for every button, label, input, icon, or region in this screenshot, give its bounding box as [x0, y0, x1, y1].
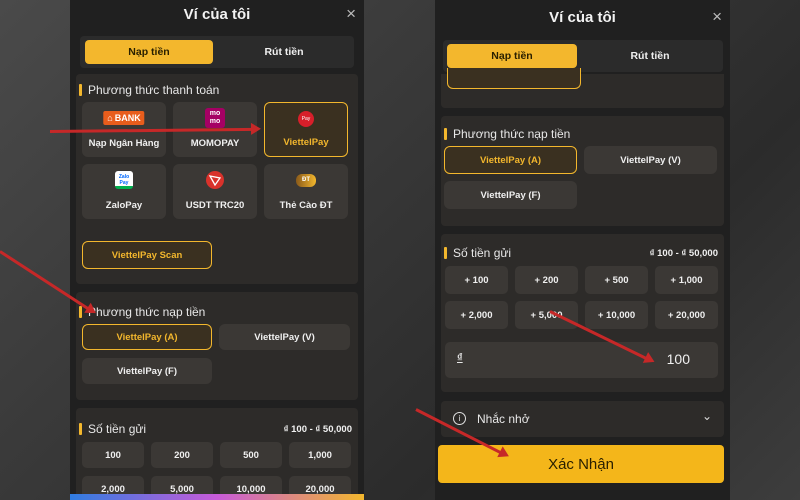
payment-viettelpay[interactable]: Pay ViettelPay [264, 102, 348, 157]
payment-label: ViettelPay [283, 137, 329, 148]
amount-option[interactable]: 100 [82, 442, 144, 468]
amount-option[interactable]: + 2,000 [445, 301, 508, 329]
amount-option[interactable]: 500 [220, 442, 282, 468]
chevron-down-icon: ⌄ [701, 409, 712, 423]
amount-option[interactable]: + 200 [515, 266, 578, 294]
deposit-option-v[interactable]: ViettelPay (V) [584, 146, 717, 174]
close-icon[interactable]: × [712, 7, 722, 27]
viettelpay-icon: Pay [298, 109, 314, 129]
payment-label: Nạp Ngân Hàng [88, 138, 160, 149]
amount-option[interactable]: + 100 [445, 266, 508, 294]
payment-section-scrolled [441, 68, 724, 108]
wallet-tabs: Nạp tiền Rút tiền [80, 36, 354, 68]
close-icon[interactable]: × [346, 4, 356, 24]
payment-label: USDT TRC20 [185, 200, 245, 211]
amount-value: 100 [666, 351, 690, 367]
amount-section: Số tiền gửi ₫ 100 - ₫ 50,000 + 100 + 200… [441, 234, 724, 392]
section-title: Phương thức nạp tiền [443, 127, 571, 141]
tab-deposit[interactable]: Nạp tiền [447, 44, 577, 68]
scan-button-partial [447, 68, 581, 89]
amount-option[interactable]: 1,000 [289, 442, 351, 468]
amount-option[interactable]: + 1,000 [655, 266, 718, 294]
amount-option[interactable]: + 500 [585, 266, 648, 294]
momo-icon: mo mo [205, 108, 225, 128]
amount-option[interactable]: + 10,000 [585, 301, 648, 329]
amount-section: Số tiền gửi ₫ 100 - ₫ 50,000 100 200 500… [76, 408, 358, 500]
amount-range: ₫ 100 - ₫ 50,000 [283, 424, 352, 435]
deposit-method-section: Phương thức nạp tiền ViettelPay (A) Viet… [76, 292, 358, 400]
bank-icon: ⌂ BANK [103, 108, 145, 128]
payment-label: ZaloPay [105, 200, 143, 211]
payment-label: MOMOPAY [190, 138, 240, 149]
wallet-panel-left: Ví của tôi × Nạp tiền Rút tiền Phương th… [70, 0, 364, 500]
bottom-strip [70, 494, 364, 500]
reminder-row[interactable]: i Nhắc nhở ⌄ [441, 401, 724, 437]
amount-option[interactable]: + 20,000 [655, 301, 718, 329]
tab-deposit[interactable]: Nạp tiền [85, 40, 213, 64]
zalopay-icon: Zalo Pay [115, 170, 133, 190]
scratch-card-icon: ĐT [296, 170, 316, 190]
deposit-option-a[interactable]: ViettelPay (A) [444, 146, 577, 174]
currency-symbol: ₫ [457, 352, 463, 364]
section-title: Phương thức thanh toán [78, 83, 220, 97]
payment-usdt[interactable]: USDT TRC20 [173, 164, 257, 219]
payment-zalopay[interactable]: Zalo Pay ZaloPay [82, 164, 166, 219]
tab-withdraw[interactable]: Rút tiền [583, 44, 717, 68]
info-icon: i [453, 412, 466, 425]
wallet-header: Ví của tôi × [70, 0, 364, 30]
section-title: Phương thức nạp tiền [78, 305, 206, 319]
section-title: Số tiền gửi [443, 246, 512, 260]
confirm-button[interactable]: Xác Nhận [438, 445, 724, 483]
deposit-option-f[interactable]: ViettelPay (F) [444, 181, 577, 209]
wallet-header: Ví của tôi × [435, 0, 730, 34]
deposit-option-a[interactable]: ViettelPay (A) [82, 324, 212, 350]
payment-method-section: Phương thức thanh toán ⌂ BANK Nạp Ngân Hà… [76, 74, 358, 284]
wallet-title: Ví của tôi [183, 6, 251, 23]
section-title: Số tiền gửi [78, 422, 147, 436]
payment-scratch-card[interactable]: ĐT Thẻ Cào ĐT [264, 164, 348, 219]
tab-withdraw[interactable]: Rút tiền [220, 40, 348, 64]
reminder-label: Nhắc nhở [477, 412, 530, 426]
amount-option[interactable]: + 5,000 [515, 301, 578, 329]
viettelpay-scan-button[interactable]: ViettelPay Scan [82, 241, 212, 269]
amount-range: ₫ 100 - ₫ 50,000 [649, 248, 718, 259]
deposit-method-section: Phương thức nạp tiền ViettelPay (A) Viet… [441, 116, 724, 226]
deposit-option-f[interactable]: ViettelPay (F) [82, 358, 212, 384]
amount-option[interactable]: 200 [151, 442, 213, 468]
wallet-title: Ví của tôi [549, 9, 616, 26]
payment-label: Thẻ Cào ĐT [279, 200, 333, 211]
amount-input[interactable]: ₫ 100 [445, 342, 718, 378]
deposit-option-v[interactable]: ViettelPay (V) [219, 324, 350, 350]
tron-icon [206, 170, 224, 190]
wallet-panel-right: Ví của tôi × Nạp tiền Rút tiền Phương th… [435, 0, 730, 500]
